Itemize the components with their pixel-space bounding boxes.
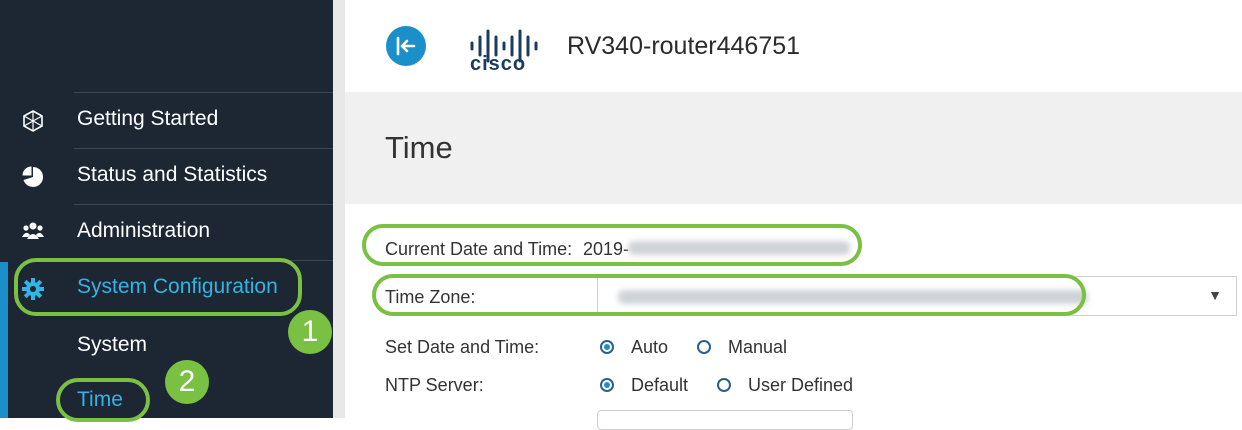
device-name: RV340-router446751 xyxy=(567,32,801,60)
users-icon xyxy=(22,222,44,239)
highlight-ring xyxy=(56,378,150,422)
radio-ntp-user-defined-label: User Defined xyxy=(748,375,854,395)
collapse-button[interactable] xyxy=(386,26,426,66)
radio-auto-label: Auto xyxy=(631,337,669,357)
sidebar-item-status[interactable]: Status and Statistics xyxy=(0,149,333,205)
radio-ntp-default-label: Default xyxy=(631,375,689,395)
ntp-server-input[interactable] xyxy=(597,410,853,430)
chevron-down-icon: ▼ xyxy=(1208,287,1222,303)
sidebar-item-label: Getting Started xyxy=(77,107,219,130)
title-band: Time xyxy=(345,92,1242,204)
set-datetime-label: Set Date and Time: xyxy=(385,337,540,357)
globe-icon xyxy=(23,110,43,132)
ntp-label: NTP Server: xyxy=(385,375,484,395)
radio-manual-label: Manual xyxy=(728,337,788,357)
sidebar-item-label: Status and Statistics xyxy=(77,163,268,186)
highlight-ring xyxy=(362,224,862,266)
radio-auto[interactable] xyxy=(600,340,614,354)
radio-manual[interactable] xyxy=(697,340,711,354)
sidebar-edge xyxy=(333,0,345,418)
page-title: Time xyxy=(385,130,453,165)
radio-ntp-default[interactable] xyxy=(600,378,614,392)
collapse-arrow-icon xyxy=(396,36,416,56)
step-badge-2: 2 xyxy=(165,360,209,404)
sidebar-item-getting-started[interactable]: Getting Started xyxy=(0,93,333,149)
highlight-ring xyxy=(372,274,1086,316)
radio-ntp-user-defined[interactable] xyxy=(717,378,731,392)
header: cisco RV340-router446751 xyxy=(345,0,1242,92)
sidebar: Getting Started Status and Statistics Ad… xyxy=(0,0,333,422)
sidebar-item-administration[interactable]: Administration xyxy=(0,205,333,261)
pie-chart-icon xyxy=(22,166,44,187)
step-badge-1: 1 xyxy=(288,310,332,354)
highlight-ring xyxy=(14,258,302,316)
cisco-wordmark: cisco xyxy=(470,53,527,75)
sidebar-item-label: Administration xyxy=(77,219,211,242)
sidebar-subitem-system[interactable]: System xyxy=(77,333,147,357)
